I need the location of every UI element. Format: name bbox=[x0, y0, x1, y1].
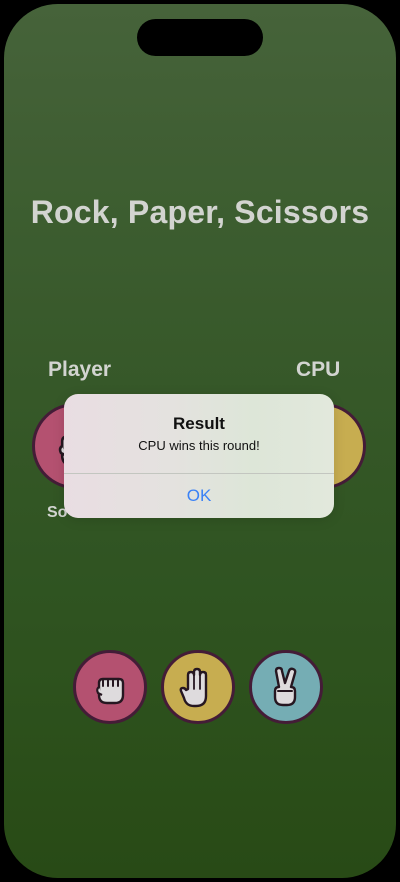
alert-message: CPU wins this round! bbox=[138, 438, 260, 453]
alert-title: Result bbox=[173, 414, 225, 433]
app-screen: Rock, Paper, Scissors Player CPU So : 1 bbox=[4, 4, 396, 878]
result-alert: Result CPU wins this round! OK bbox=[64, 394, 334, 518]
device-frame: Rock, Paper, Scissors Player CPU So : 1 bbox=[0, 0, 400, 882]
ok-button[interactable]: OK bbox=[64, 474, 334, 518]
